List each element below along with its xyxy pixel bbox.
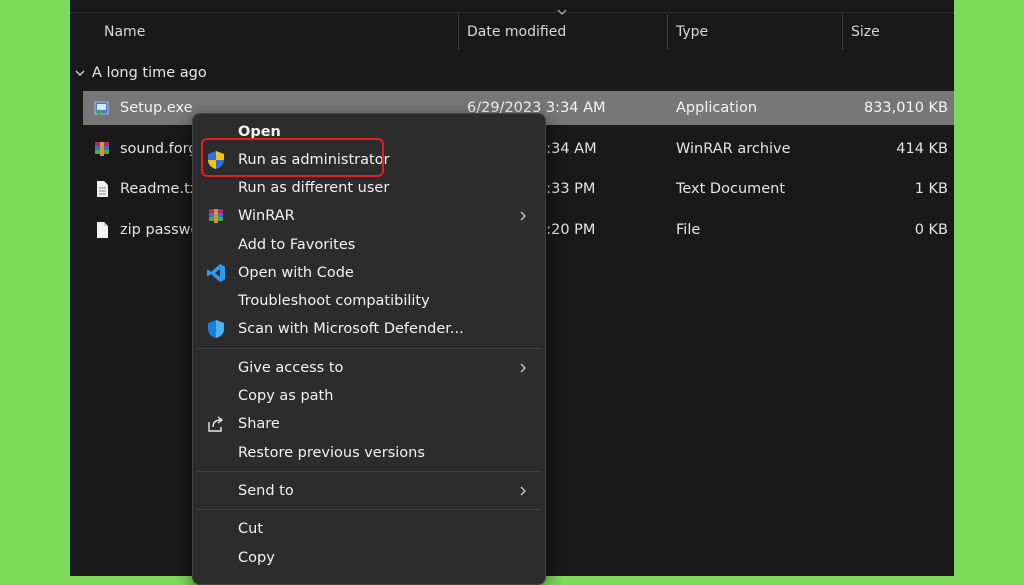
file-size: 414 KB bbox=[896, 141, 948, 157]
menu-item-label: Scan with Microsoft Defender... bbox=[238, 321, 464, 337]
column-header-name-label: Name bbox=[104, 24, 146, 40]
column-header-size-label: Size bbox=[851, 24, 880, 40]
file-name-cell: Readme.txt bbox=[93, 172, 204, 206]
column-header-size[interactable]: Size bbox=[843, 14, 953, 50]
menu-item-label: Give access to bbox=[238, 360, 344, 376]
group-header-label: A long time ago bbox=[92, 65, 207, 81]
column-header-type-label: Type bbox=[676, 24, 709, 40]
file-icon bbox=[97, 222, 108, 238]
chevron-right-icon bbox=[520, 363, 526, 373]
column-header-date-label: Date modified bbox=[467, 24, 567, 40]
menu-item-label: Cut bbox=[238, 521, 263, 537]
column-header-date-modified[interactable]: Date modified bbox=[459, 14, 667, 50]
file-size: 833,010 KB bbox=[863, 100, 948, 116]
menu-item-restore-previous-versions[interactable]: Restore previous versions bbox=[197, 439, 541, 467]
column-header-type[interactable]: Type bbox=[668, 14, 842, 50]
file-name-cell: sound.forge bbox=[93, 132, 206, 166]
menu-item-label: Open with Code bbox=[238, 265, 354, 281]
file-name-cell: Setup.exe bbox=[93, 91, 193, 125]
menu-item-cut[interactable]: Cut bbox=[197, 515, 541, 543]
winrar-archive-icon bbox=[95, 142, 109, 156]
chevron-right-icon bbox=[520, 486, 526, 496]
menu-item-label: Run as different user bbox=[238, 180, 390, 196]
menu-item-copy-as-path[interactable]: Copy as path bbox=[197, 382, 541, 410]
text-document-icon bbox=[97, 181, 108, 197]
file-name: Setup.exe bbox=[120, 100, 193, 116]
menu-separator bbox=[197, 348, 541, 349]
menu-item-add-to-favorites[interactable]: Add to Favorites bbox=[197, 231, 541, 259]
share-icon bbox=[208, 416, 224, 432]
file-type: Application bbox=[676, 100, 758, 116]
file-type: WinRAR archive bbox=[676, 141, 791, 157]
chevron-down-icon bbox=[75, 70, 85, 76]
file-type: File bbox=[676, 222, 701, 238]
file-type: Text Document bbox=[676, 181, 786, 197]
file-size: 0 KB bbox=[914, 222, 948, 238]
vscode-icon bbox=[207, 264, 225, 282]
menu-item-run-as-different-user[interactable]: Run as different user bbox=[197, 174, 541, 202]
file-name: zip passwo bbox=[120, 222, 200, 238]
menu-separator bbox=[197, 471, 541, 472]
file-name-cell: zip passwo bbox=[93, 213, 199, 247]
setup-exe-icon bbox=[94, 101, 109, 115]
menu-item-send-to[interactable]: Send to bbox=[197, 477, 541, 505]
menu-item-label: Send to bbox=[238, 483, 294, 499]
winrar-icon bbox=[209, 209, 223, 223]
menu-separator bbox=[197, 509, 541, 510]
menu-item-label: WinRAR bbox=[238, 208, 295, 224]
group-header[interactable]: A long time ago bbox=[74, 62, 207, 84]
menu-item-label: Copy as path bbox=[238, 388, 334, 404]
menu-item-label: Restore previous versions bbox=[238, 445, 425, 461]
toolbar-divider bbox=[70, 12, 954, 13]
menu-item-share[interactable]: Share bbox=[197, 410, 541, 438]
file-size: 1 KB bbox=[914, 181, 948, 197]
defender-shield-icon bbox=[208, 320, 224, 338]
context-menu: Open Run as administrator Run as differe… bbox=[192, 113, 546, 585]
menu-item-winrar[interactable]: WinRAR bbox=[197, 202, 541, 230]
menu-item-label: Share bbox=[238, 416, 280, 432]
menu-item-label: Add to Favorites bbox=[238, 237, 356, 253]
menu-item-label: Troubleshoot compatibility bbox=[238, 293, 430, 309]
menu-item-troubleshoot-compatibility[interactable]: Troubleshoot compatibility bbox=[197, 287, 541, 315]
menu-item-copy[interactable]: Copy bbox=[197, 544, 541, 572]
annotation-highlight-box bbox=[201, 138, 384, 177]
menu-item-scan-with-defender[interactable]: Scan with Microsoft Defender... bbox=[197, 315, 541, 343]
menu-item-open-with-code[interactable]: Open with Code bbox=[197, 259, 541, 287]
chevron-right-icon bbox=[520, 211, 526, 221]
menu-item-label: Copy bbox=[238, 550, 275, 566]
column-header-name[interactable]: Name bbox=[96, 14, 458, 50]
menu-item-give-access-to[interactable]: Give access to bbox=[197, 354, 541, 382]
